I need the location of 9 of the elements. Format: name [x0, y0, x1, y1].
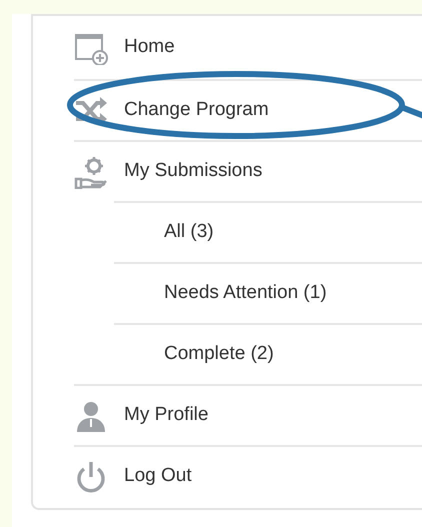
menu-item[interactable]: Change Program: [124, 96, 269, 125]
hand-gear-icon: [74, 154, 108, 188]
menu-item[interactable]: All (3): [164, 218, 214, 247]
menu-item[interactable]: My Submissions: [124, 157, 262, 186]
menu-item[interactable]: Complete (2): [164, 340, 274, 369]
menu-item[interactable]: Needs Attention (1): [164, 279, 327, 308]
menu-item[interactable]: Home: [124, 33, 175, 62]
menu-item[interactable]: Log Out: [124, 462, 192, 491]
menu-item[interactable]: My Profile: [124, 401, 208, 430]
